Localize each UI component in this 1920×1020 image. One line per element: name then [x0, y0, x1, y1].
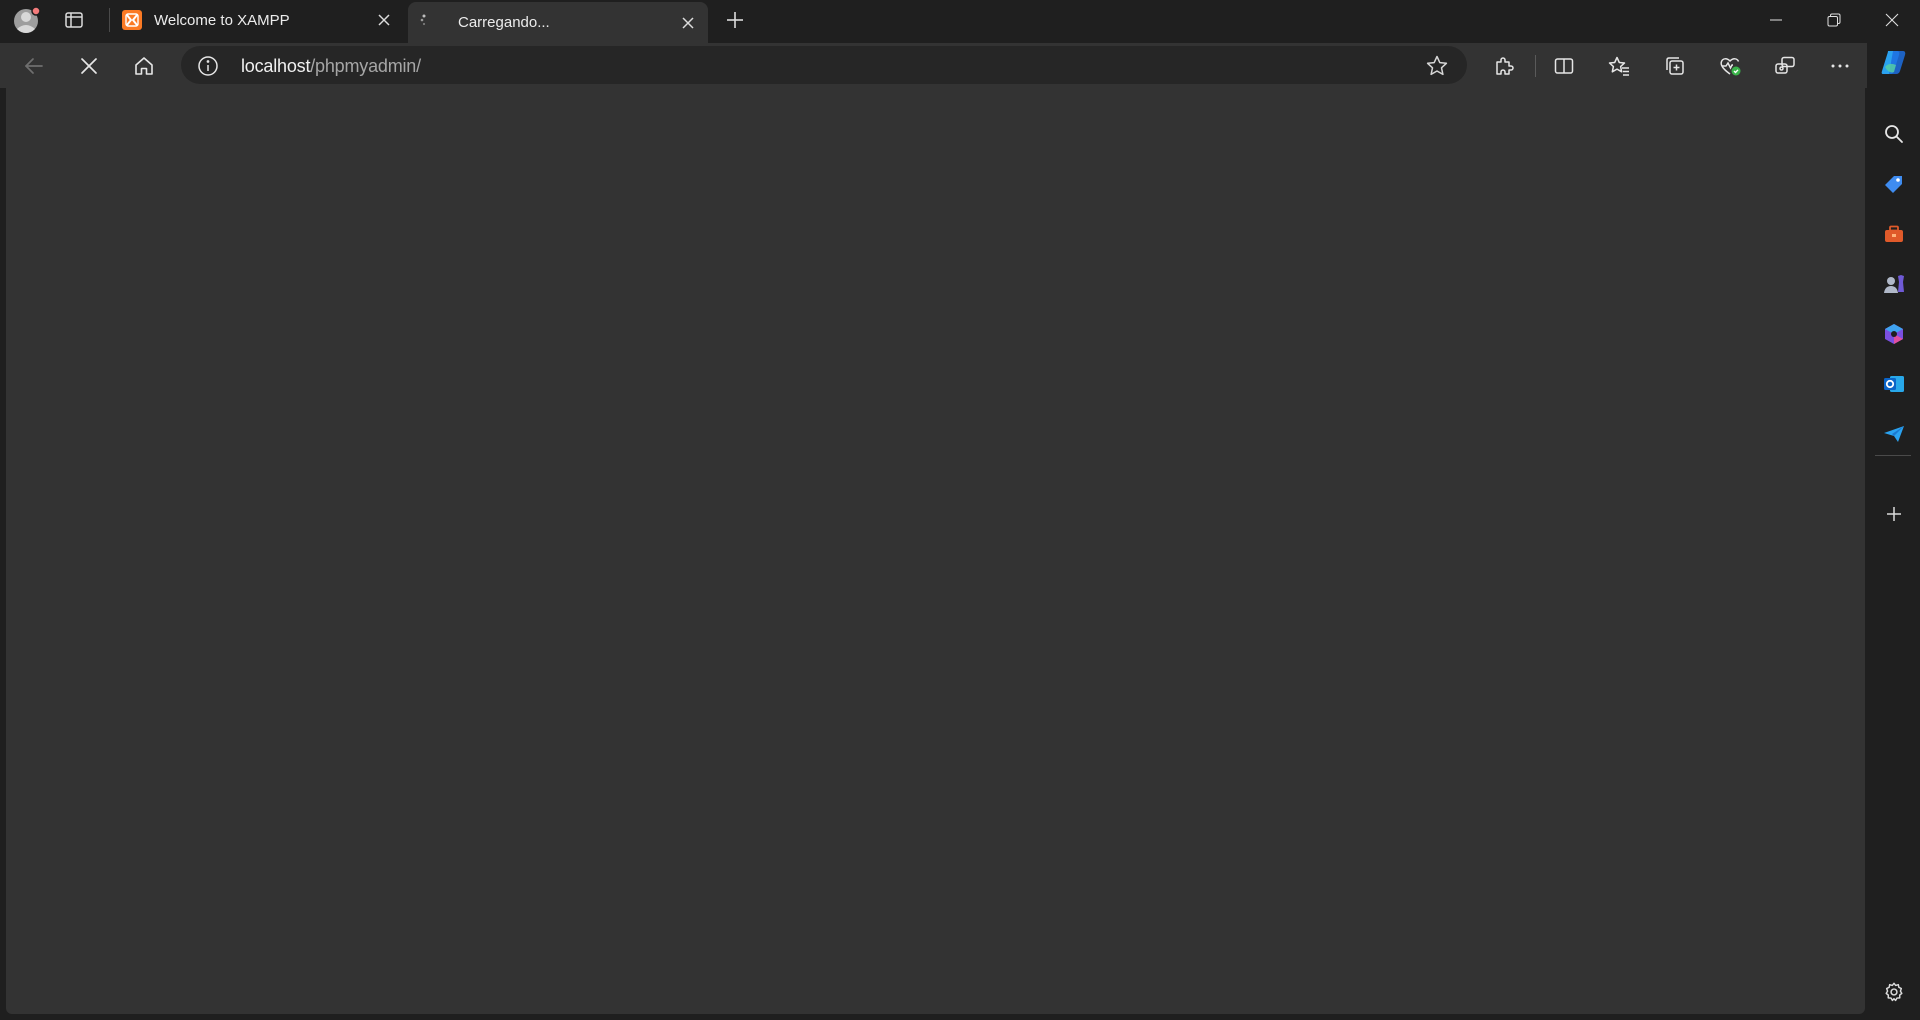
tools-icon[interactable] — [1875, 215, 1913, 253]
tab-separator — [109, 8, 110, 32]
shopping-icon[interactable] — [1875, 165, 1913, 203]
stop-loading-icon[interactable] — [69, 46, 109, 86]
edge-sidebar — [1867, 43, 1920, 1020]
back-arrow-icon[interactable] — [14, 46, 54, 86]
page-content[interactable] — [6, 88, 1865, 1014]
sidebar-separator — [1875, 455, 1911, 456]
window-close-icon[interactable] — [1864, 0, 1920, 40]
tab-title: Welcome to XAMPP — [154, 11, 290, 29]
url-text[interactable]: localhost/phpmyadmin/ — [241, 56, 421, 77]
xampp-icon — [122, 10, 142, 30]
close-tab-icon[interactable] — [370, 6, 398, 34]
add-icon[interactable] — [1875, 495, 1913, 533]
browser-essentials-icon[interactable] — [1711, 47, 1749, 85]
settings-icon[interactable] — [1875, 973, 1913, 1011]
browser-toolbar: localhost/phpmyadmin/ — [0, 43, 1920, 88]
site-info-icon[interactable] — [197, 55, 219, 77]
copilot-icon[interactable] — [1875, 43, 1913, 81]
profile-avatar-icon[interactable] — [8, 0, 46, 40]
feedback-icon[interactable] — [1766, 47, 1804, 85]
tab-loading[interactable]: Carregando... — [408, 2, 708, 43]
more-options-icon[interactable] — [1821, 47, 1859, 85]
address-bar[interactable]: localhost/phpmyadmin/ — [181, 46, 1467, 84]
split-screen-icon[interactable] — [1545, 47, 1583, 85]
toolbar-separator — [1535, 55, 1536, 77]
loading-spinner-icon — [418, 13, 438, 33]
minimize-icon[interactable] — [1748, 0, 1804, 40]
home-icon[interactable] — [124, 46, 164, 86]
restore-icon[interactable] — [1806, 0, 1862, 40]
favorite-star-icon[interactable] — [1425, 54, 1449, 78]
close-tab-icon[interactable] — [674, 9, 702, 37]
collections-icon[interactable] — [1656, 47, 1694, 85]
title-bar: Welcome to XAMPP Carregando... — [0, 0, 1920, 43]
search-icon[interactable] — [1875, 115, 1913, 153]
tab-actions-icon[interactable] — [56, 0, 92, 40]
url-host: localhost — [241, 56, 311, 76]
games-icon[interactable] — [1875, 265, 1913, 303]
url-path: /phpmyadmin/ — [310, 56, 421, 76]
favorites-icon[interactable] — [1600, 47, 1638, 85]
new-tab-icon[interactable] — [718, 0, 752, 40]
outlook-icon[interactable] — [1875, 365, 1913, 403]
tab-welcome-to-xampp[interactable]: Welcome to XAMPP — [112, 0, 404, 40]
drop-icon[interactable] — [1875, 415, 1913, 453]
m365-icon[interactable] — [1875, 315, 1913, 353]
extensions-icon[interactable] — [1485, 47, 1523, 85]
tab-title: Carregando... — [458, 14, 550, 31]
